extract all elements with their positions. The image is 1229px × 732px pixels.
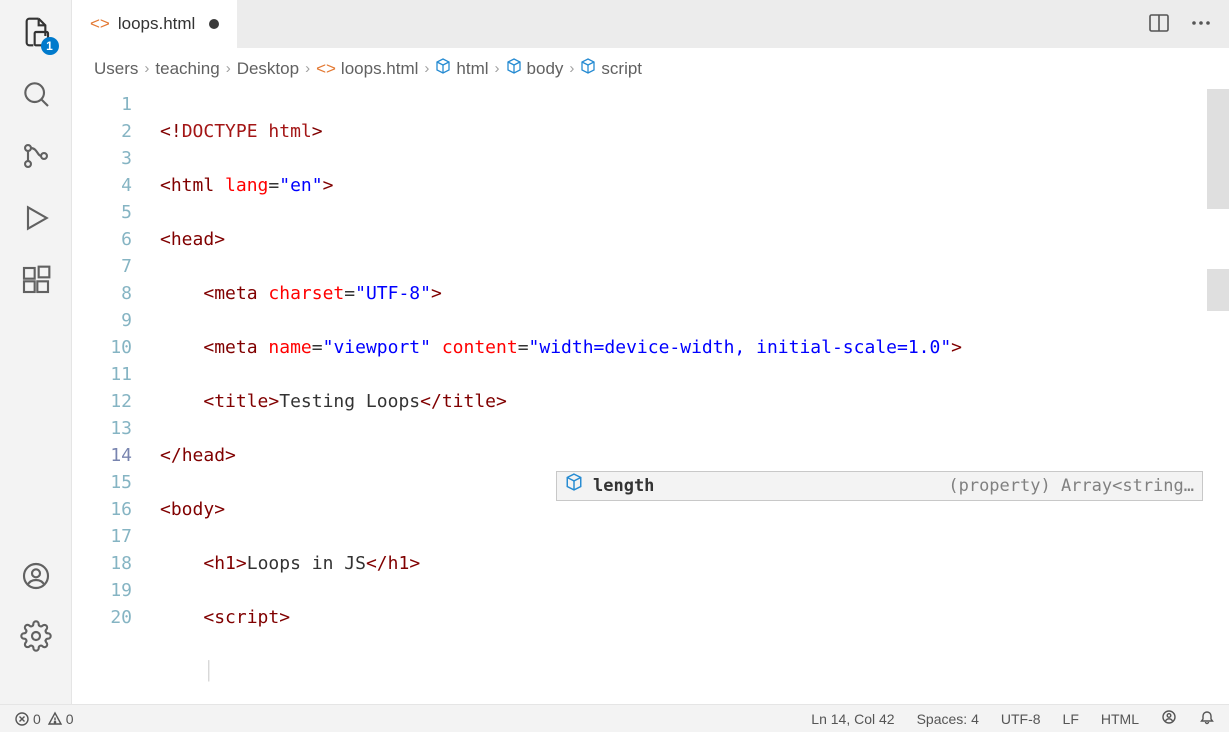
explorer-icon[interactable]: 1 (16, 12, 56, 52)
breadcrumb-seg-file[interactable]: <>loops.html (316, 59, 418, 79)
cursor-position[interactable]: Ln 14, Col 42 (811, 711, 894, 727)
more-actions-icon[interactable] (1189, 11, 1213, 38)
accounts-icon[interactable] (16, 556, 56, 596)
breadcrumb-seg-body[interactable]: body (506, 58, 564, 79)
extensions-icon[interactable] (16, 260, 56, 300)
tab-filename: loops.html (118, 14, 195, 34)
symbol-icon (435, 58, 451, 79)
chevron-right-icon: › (144, 60, 149, 77)
settings-gear-icon[interactable] (16, 616, 56, 656)
indentation-status[interactable]: Spaces: 4 (917, 711, 979, 727)
chevron-right-icon: › (569, 60, 574, 77)
split-editor-icon[interactable] (1147, 11, 1171, 38)
property-icon (565, 473, 583, 500)
autocomplete-popup[interactable]: length (property) Array<string… (556, 471, 1203, 501)
code-editor[interactable]: 1234567891011121314151617181920 <!DOCTYP… (72, 89, 1229, 704)
line-number-gutter: 1234567891011121314151617181920 (72, 89, 144, 704)
eol-status[interactable]: LF (1063, 711, 1079, 727)
chevron-right-icon: › (495, 60, 500, 77)
encoding-status[interactable]: UTF-8 (1001, 711, 1041, 727)
search-icon[interactable] (16, 74, 56, 114)
warnings-button[interactable]: 0 (47, 711, 74, 727)
activity-bar: 1 (0, 0, 72, 704)
chevron-right-icon: › (305, 60, 310, 77)
html-file-icon: <> (90, 14, 110, 34)
breadcrumb-seg-html[interactable]: html (435, 58, 488, 79)
symbol-icon (506, 58, 522, 79)
minimap-scrollbar[interactable] (1207, 89, 1229, 704)
notifications-bell-icon[interactable] (1199, 709, 1215, 728)
symbol-icon (580, 58, 596, 79)
breadcrumb-seg-users[interactable]: Users (94, 59, 138, 79)
source-control-icon[interactable] (16, 136, 56, 176)
minimap-thumb[interactable] (1207, 89, 1229, 209)
breadcrumb-seg-script[interactable]: script (580, 58, 642, 79)
tab-loops-html[interactable]: <> loops.html (72, 0, 237, 48)
autocomplete-detail: (property) Array<string… (948, 473, 1194, 500)
chevron-right-icon: › (424, 60, 429, 77)
explorer-badge: 1 (41, 37, 59, 55)
status-bar: 0 0 Ln 14, Col 42 Spaces: 4 UTF-8 LF HTM… (0, 704, 1229, 732)
tab-bar: <> loops.html (72, 0, 1229, 48)
breadcrumb-seg-teaching[interactable]: teaching (155, 59, 219, 79)
minimap-thumb[interactable] (1207, 269, 1229, 311)
html-file-icon: <> (316, 59, 336, 79)
run-debug-icon[interactable] (16, 198, 56, 238)
language-mode[interactable]: HTML (1101, 711, 1139, 727)
feedback-icon[interactable] (1161, 709, 1177, 728)
code-content[interactable]: <!DOCTYPE html> <html lang="en"> <head> … (144, 89, 1207, 704)
breadcrumb-seg-desktop[interactable]: Desktop (237, 59, 299, 79)
errors-button[interactable]: 0 (14, 711, 41, 727)
chevron-right-icon: › (226, 60, 231, 77)
autocomplete-label: length (593, 473, 654, 500)
dirty-indicator-icon (209, 19, 219, 29)
breadcrumb: Users › teaching › Desktop › <>loops.htm… (72, 48, 1229, 89)
